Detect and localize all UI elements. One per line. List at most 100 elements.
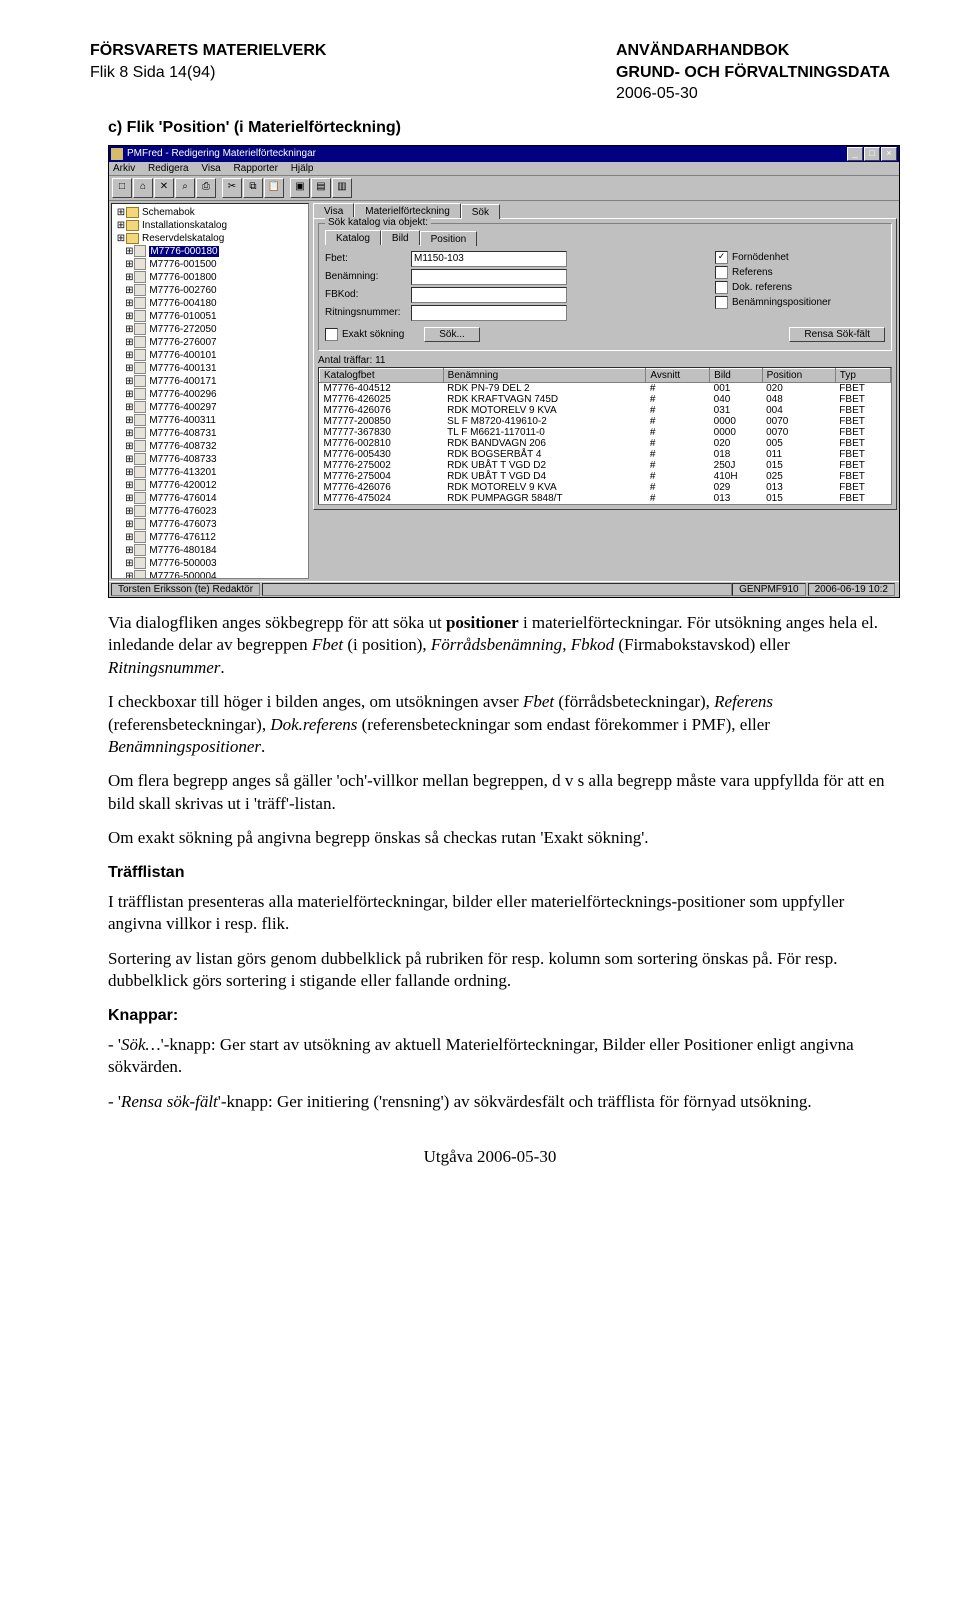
tree-item[interactable]: ⊞M7776-004180: [116, 297, 306, 310]
tree-item[interactable]: ⊞M7776-408733: [116, 453, 306, 466]
section-title: c) Flik 'Position' (i Materielförtecknin…: [108, 119, 890, 137]
tree-item[interactable]: ⊞M7776-001500: [116, 258, 306, 271]
tree-item[interactable]: ⊞M7776-413201: [116, 466, 306, 479]
doc-date: 2006-05-30: [616, 83, 890, 105]
tree-item[interactable]: ⊞M7776-476112: [116, 531, 306, 544]
nav-tree[interactable]: ⊞Schemabok⊞Installationskatalog⊞Reservde…: [111, 203, 309, 579]
tree-item[interactable]: ⊞M7776-001800: [116, 271, 306, 284]
doc-subtitle: GRUND- OCH FÖRVALTNINGSDATA: [616, 62, 890, 84]
tool-b-icon[interactable]: ▤: [311, 178, 331, 198]
rensa-button[interactable]: Rensa Sök-fält: [789, 327, 885, 342]
tree-item[interactable]: ⊞M7776-500003: [116, 557, 306, 570]
tree-item[interactable]: ⊞M7776-400131: [116, 362, 306, 375]
label-benamning: Benämning:: [325, 271, 411, 282]
menu-arkiv[interactable]: Arkiv: [113, 163, 135, 174]
table-row[interactable]: M7776-475024RDK PUMPAGGR 5848/T#013015FB…: [320, 493, 891, 504]
tool-open-icon[interactable]: ⌂: [133, 178, 153, 198]
tree-item[interactable]: ⊞M7776-480184: [116, 544, 306, 557]
tool-del-icon[interactable]: ✕: [154, 178, 174, 198]
tool-cut-icon[interactable]: ✂: [222, 178, 242, 198]
table-row[interactable]: M7776-404512RDK PN-79 DEL 2#001020FBET: [320, 382, 891, 394]
tree-item[interactable]: ⊞M7776-276007: [116, 336, 306, 349]
col-header[interactable]: Bild: [710, 368, 762, 382]
tree-item[interactable]: ⊞M7776-420012: [116, 479, 306, 492]
tool-new-icon[interactable]: □: [112, 178, 132, 198]
table-row[interactable]: M7777-200850SL F M8720-419610-2#00000070…: [320, 416, 891, 427]
chk-benpos[interactable]: [715, 296, 728, 309]
table-row[interactable]: M7776-426076RDK MOTORELV 9 KVA#029013FBE…: [320, 482, 891, 493]
table-row[interactable]: M7776-426076RDK MOTORELV 9 KVA#031004FBE…: [320, 405, 891, 416]
search-group: Sök katalog via objekt: Katalog Bild Pos…: [318, 223, 892, 351]
tool-search-icon[interactable]: ⌕: [175, 178, 195, 198]
tree-item[interactable]: ⊞M7776-476073: [116, 518, 306, 531]
tool-print-icon[interactable]: ⎙: [196, 178, 216, 198]
hits-label: Antal träffar: 11: [318, 355, 892, 366]
tree-item[interactable]: ⊞Schemabok: [116, 206, 306, 219]
subtab-bild[interactable]: Bild: [381, 230, 420, 245]
menu-redigera[interactable]: Redigera: [148, 163, 189, 174]
menu-visa[interactable]: Visa: [201, 163, 220, 174]
chk-exakt[interactable]: [325, 328, 338, 341]
heading-knappar: Knappar:: [108, 1005, 890, 1026]
tree-item[interactable]: ⊞M7776-400101: [116, 349, 306, 362]
tree-item[interactable]: ⊞M7776-000180: [116, 245, 306, 258]
footer: Utgåva 2006-05-30: [90, 1147, 890, 1167]
page-header: FÖRSVARETS MATERIELVERK Flik 8 Sida 14(9…: [90, 40, 890, 105]
chk-referens[interactable]: [715, 266, 728, 279]
table-row[interactable]: M7776-005430RDK BOGSERBÅT 4#018011FBET: [320, 449, 891, 460]
statusbar: Torsten Eriksson (te) Redaktör GENPMF910…: [109, 581, 899, 597]
tree-item[interactable]: ⊞M7776-400297: [116, 401, 306, 414]
chk-fornodenhet[interactable]: ✓: [715, 251, 728, 264]
tab-sok[interactable]: Sök: [461, 204, 500, 219]
tool-copy-icon[interactable]: ⧉: [243, 178, 263, 198]
maximize-button[interactable]: □: [864, 147, 880, 161]
table-row[interactable]: M7776-002810RDK BANDVAGN 206#020005FBET: [320, 438, 891, 449]
close-button[interactable]: ×: [881, 147, 897, 161]
org-name: FÖRSVARETS MATERIELVERK: [90, 40, 326, 62]
result-grid[interactable]: KatalogfbetBenämningAvsnittBildPositionT…: [318, 367, 892, 505]
doc-title: ANVÄNDARHANDBOK: [616, 40, 890, 62]
tree-item[interactable]: ⊞M7776-002760: [116, 284, 306, 297]
tree-item[interactable]: ⊞Reservdelskatalog: [116, 232, 306, 245]
subtab-position[interactable]: Position: [420, 231, 478, 246]
tree-item[interactable]: ⊞Installationskatalog: [116, 219, 306, 232]
tree-item[interactable]: ⊞M7776-476014: [116, 492, 306, 505]
menu-rapporter[interactable]: Rapporter: [233, 163, 277, 174]
tool-c-icon[interactable]: ▥: [332, 178, 352, 198]
col-header[interactable]: Benämning: [443, 368, 646, 382]
tree-item[interactable]: ⊞M7776-400311: [116, 414, 306, 427]
tree-item[interactable]: ⊞M7776-408731: [116, 427, 306, 440]
fbkod-field[interactable]: [411, 287, 567, 303]
tab-materielforteckning[interactable]: Materielförteckning: [354, 203, 460, 218]
ritningsnummer-field[interactable]: [411, 305, 567, 321]
tree-item[interactable]: ⊞M7776-476023: [116, 505, 306, 518]
tree-item[interactable]: ⊞M7776-272050: [116, 323, 306, 336]
fbet-field[interactable]: [411, 251, 567, 267]
table-row[interactable]: M7777-367830TL F M6621-117011-0#00000070…: [320, 427, 891, 438]
tool-a-icon[interactable]: ▣: [290, 178, 310, 198]
col-header[interactable]: Position: [762, 368, 835, 382]
chk-dokreferens[interactable]: [715, 281, 728, 294]
tab-visa[interactable]: Visa: [313, 203, 354, 218]
subtab-katalog[interactable]: Katalog: [325, 230, 381, 245]
label-dok: Dok. referens: [732, 282, 792, 293]
menu-hjalp[interactable]: Hjälp: [291, 163, 314, 174]
sok-button[interactable]: Sök...: [424, 327, 480, 342]
tree-item[interactable]: ⊞M7776-010051: [116, 310, 306, 323]
benamning-field[interactable]: [411, 269, 567, 285]
tree-item[interactable]: ⊞M7776-408732: [116, 440, 306, 453]
tree-item[interactable]: ⊞M7776-500004: [116, 570, 306, 579]
heading-trafflistan: Träfflistan: [108, 862, 890, 883]
tree-item[interactable]: ⊞M7776-400296: [116, 388, 306, 401]
col-header[interactable]: Typ: [835, 368, 890, 382]
status-user: Torsten Eriksson (te) Redaktör: [111, 583, 260, 596]
col-header[interactable]: Avsnitt: [646, 368, 710, 382]
table-row[interactable]: M7776-275002RDK UBÅT T VGD D2#250J015FBE…: [320, 460, 891, 471]
tree-item[interactable]: ⊞M7776-400171: [116, 375, 306, 388]
tool-paste-icon[interactable]: 📋: [264, 178, 284, 198]
table-row[interactable]: M7776-275004RDK UBÅT T VGD D4#410H025FBE…: [320, 471, 891, 482]
label-benpos: Benämningspositioner: [732, 297, 831, 308]
minimize-button[interactable]: _: [847, 147, 863, 161]
col-header[interactable]: Katalogfbet: [320, 368, 444, 382]
table-row[interactable]: M7776-426025RDK KRAFTVAGN 745D#040048FBE…: [320, 394, 891, 405]
